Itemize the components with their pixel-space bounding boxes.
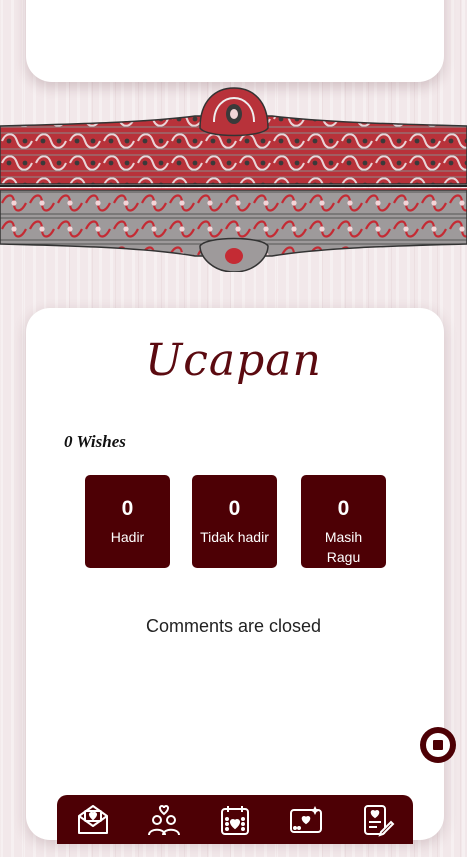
stat-label: Masih Ragu (324, 529, 363, 565)
wishes-card (26, 308, 444, 840)
envelope-icon (77, 804, 108, 834)
nav-guestbook-button[interactable] (356, 799, 398, 841)
stat-value: 0 (337, 497, 350, 520)
gallery-icon (290, 805, 323, 833)
batak-ornament-divider (0, 87, 467, 272)
stat-label: Hadir (110, 529, 145, 545)
stat-value: 0 (121, 497, 134, 520)
nav-envelope-button[interactable] (72, 799, 114, 841)
music-toggle-button[interactable] (420, 727, 456, 763)
nav-gallery-button[interactable] (285, 799, 327, 841)
stat-hadir: 0 Hadir (85, 475, 170, 568)
wishes-count: 0 Wishes (64, 432, 126, 451)
stop-icon (426, 733, 450, 757)
stat-tidak-hadir: 0 Tidak hadir (192, 475, 277, 568)
section-title: Ucapan (145, 335, 322, 386)
nav-couple-button[interactable] (143, 799, 185, 841)
comments-closed-text: Comments are closed (145, 616, 322, 636)
guestbook-icon (364, 804, 395, 837)
stat-label: Tidak hadir (200, 529, 269, 545)
stat-value: 0 (228, 497, 241, 520)
calendar-icon (220, 805, 249, 835)
bottom-navigation (57, 795, 413, 844)
couple-icon (147, 804, 180, 835)
previous-section-card (26, 0, 444, 82)
nav-calendar-button[interactable] (214, 799, 256, 841)
stat-masih-ragu: 0 Masih Ragu (301, 475, 386, 568)
